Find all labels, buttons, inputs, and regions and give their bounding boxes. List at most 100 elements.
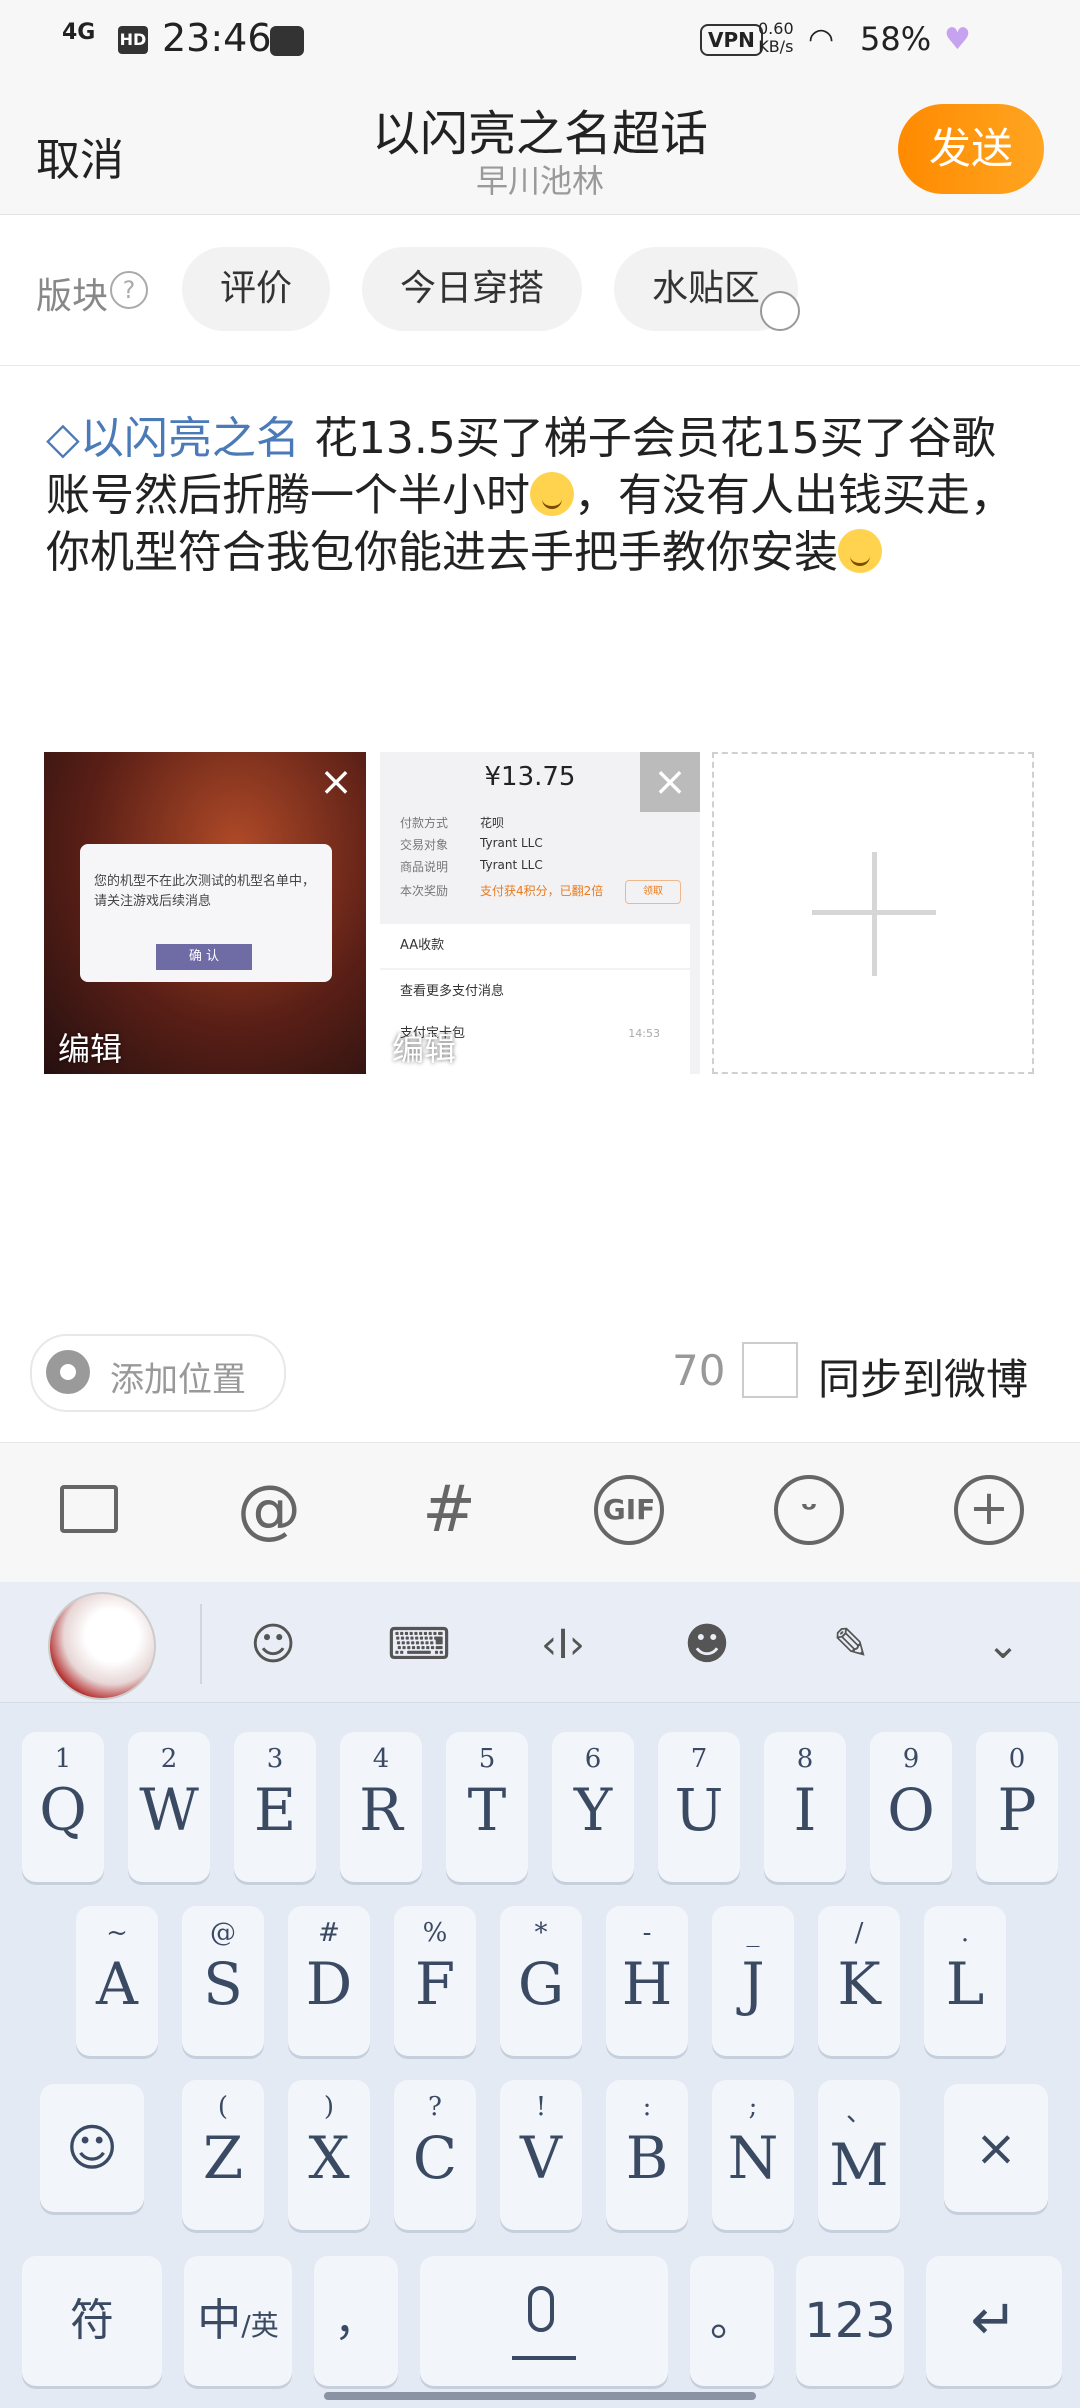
tag-pingjia[interactable]: 评价 — [182, 247, 330, 331]
add-icon[interactable]: + — [954, 1475, 1024, 1545]
image-icon[interactable] — [56, 1475, 126, 1545]
key-p[interactable]: 0P — [976, 1732, 1058, 1882]
key-letter-label: C — [412, 2124, 458, 2192]
key-b[interactable]: :B — [606, 2080, 688, 2230]
keyboard-emoji-icon[interactable]: ☺ — [238, 1610, 308, 1680]
key-secondary-label: ; — [748, 2092, 758, 2122]
key-q[interactable]: 1Q — [22, 1732, 104, 1882]
key-i[interactable]: 8I — [764, 1732, 846, 1882]
backspace-key[interactable]: × — [944, 2084, 1048, 2212]
help-icon[interactable]: ? — [110, 271, 148, 309]
key-secondary-label: 2 — [160, 1744, 178, 1774]
key-secondary-label: % — [422, 1918, 448, 1948]
key-d[interactable]: # D — [288, 1906, 370, 2056]
payment-amount: ¥13.75 — [484, 762, 576, 792]
grimace-emoji-icon — [530, 472, 574, 516]
key-o[interactable]: 9O — [870, 1732, 952, 1882]
period-key[interactable]: 。 — [690, 2256, 774, 2386]
numbers-key[interactable]: 123 — [796, 2256, 904, 2386]
key-s[interactable]: @ S — [182, 1906, 264, 2056]
key-letter-label: D — [305, 1950, 353, 2018]
key-x[interactable]: ) X — [288, 2080, 370, 2230]
remove-image-1-icon[interactable]: × — [306, 752, 366, 812]
post-content[interactable]: ◇以闪亮之名 花13.5买了梯子会员花15买了谷歌账号然后折腾一个半小时 ，有没有… — [46, 410, 1036, 581]
compose-header: 取消 以闪亮之名超话 早川池林 发送 — [0, 84, 1080, 215]
enter-key[interactable]: ↵ — [926, 2256, 1062, 2386]
key-secondary-label: 1 — [54, 1744, 72, 1774]
keyboard-skin-avatar[interactable] — [48, 1592, 156, 1700]
key-e[interactable]: 3E — [234, 1732, 316, 1882]
key-v[interactable]: ! V — [500, 2080, 582, 2230]
gif-icon[interactable]: GIF — [594, 1475, 664, 1545]
key-r[interactable]: 4R — [340, 1732, 422, 1882]
key-y[interactable]: 6Y — [552, 1732, 634, 1882]
toolbar-divider — [200, 1604, 202, 1684]
key-u[interactable]: 7U — [658, 1732, 740, 1882]
key-secondary-label: 、 — [845, 2098, 872, 2128]
search-emoji-key[interactable]: ☺ — [40, 2084, 144, 2212]
key-c[interactable]: ? C — [394, 2080, 476, 2230]
add-location-button[interactable]: 添加位置 — [30, 1334, 286, 1412]
key-secondary-label: ? — [428, 2092, 442, 2122]
symbols-key[interactable]: 符 — [22, 2256, 162, 2386]
key-letter-label: R — [359, 1776, 403, 1844]
clipboard-icon[interactable]: ✎ — [816, 1610, 886, 1680]
key-t[interactable]: 5T — [446, 1732, 528, 1882]
edit-image-2-button[interactable]: 编辑 — [392, 1024, 456, 1070]
key-secondary-label: ! — [535, 2092, 547, 2122]
key-f[interactable]: % F — [394, 1906, 476, 2056]
collapse-keyboard-icon[interactable]: ⌄ — [968, 1610, 1038, 1680]
wifi-icon: ◠ — [808, 22, 835, 57]
topic-link[interactable]: 以闪亮之名 — [80, 413, 300, 464]
emoji-icon[interactable]: ᵕ — [774, 1475, 844, 1545]
key-m[interactable]: 、 M — [818, 2080, 900, 2230]
status-bar: 4G HD 23:46 VPN 0.60 KB/s ◠ 58% ♥ — [0, 0, 1080, 84]
key-letter-label: Q — [39, 1776, 87, 1844]
keyboard-layout-icon[interactable]: ⌨ — [384, 1610, 454, 1680]
key-secondary-label: . — [960, 1918, 970, 1948]
key-z[interactable]: (Z — [182, 2080, 264, 2230]
key-letter-label: Z — [202, 2124, 244, 2192]
status-time: 23:46 — [162, 16, 272, 60]
key-k[interactable]: / K — [818, 1906, 900, 2056]
remove-image-2-icon[interactable]: × — [640, 752, 700, 812]
meme-icon[interactable]: ☻ — [672, 1610, 742, 1680]
key-n[interactable]: ; N — [712, 2080, 794, 2230]
key-l[interactable]: .L — [924, 1906, 1006, 2056]
key-w[interactable]: 2W — [128, 1732, 210, 1882]
key-g[interactable]: * G — [500, 1906, 582, 2056]
key-letter-label: V — [520, 2124, 562, 2192]
topic-diamond-icon[interactable]: ◇ — [46, 413, 80, 464]
attached-image-1[interactable]: 您的机型不在此次测试的机型名单中，请关注游戏后续消息 确 认 编辑 × — [44, 752, 366, 1074]
tag-jinri-chuanda[interactable]: 今日穿搭 — [362, 247, 582, 331]
comma-key[interactable]: ， — [314, 2256, 398, 2386]
key-secondary-label: - — [642, 1918, 652, 1948]
key-j[interactable]: _ J — [712, 1906, 794, 2056]
at-icon[interactable]: @ — [234, 1475, 304, 1545]
plus-icon — [872, 852, 877, 976]
battery-level: 58% — [860, 20, 932, 58]
send-button[interactable]: 发送 — [898, 104, 1044, 194]
space-voice-key[interactable] — [420, 2256, 668, 2386]
attached-image-2[interactable]: ¥13.75 付款方式 花呗 交易对象 Tyrant LLC 商品说明 Tyrant … — [380, 752, 700, 1074]
key-a[interactable]: ~ A — [76, 1906, 158, 2056]
key-letter-label: G — [517, 1950, 565, 2018]
hashtag-icon[interactable]: # — [414, 1475, 484, 1545]
edit-image-1-button[interactable]: 编辑 — [58, 1024, 122, 1070]
key-h[interactable]: -H — [606, 1906, 688, 2056]
key-letter-label: J — [741, 1950, 765, 2018]
sync-weibo-checkbox[interactable] — [742, 1342, 798, 1398]
cursor-move-icon[interactable]: ‹I› — [528, 1610, 598, 1680]
language-switch-key[interactable]: 中/英 — [184, 2256, 292, 2386]
key-secondary-label: _ — [746, 1918, 760, 1948]
payment-row: 商品说明 Tyrant LLC — [400, 858, 543, 874]
aa-collect-row: AA收款 — [380, 924, 690, 968]
key-letter-label: F — [414, 1950, 456, 2018]
key-letter-label: S — [203, 1950, 243, 2018]
payment-row: 交易对象 Tyrant LLC — [400, 836, 543, 852]
sync-weibo-label[interactable]: 同步到微博 — [818, 1346, 1028, 1407]
key-secondary-label: ~ — [106, 1918, 128, 1948]
key-letter-label: H — [621, 1950, 673, 2018]
battery-heart-icon: ♥ — [944, 22, 971, 57]
vpn-icon: VPN — [700, 24, 763, 56]
